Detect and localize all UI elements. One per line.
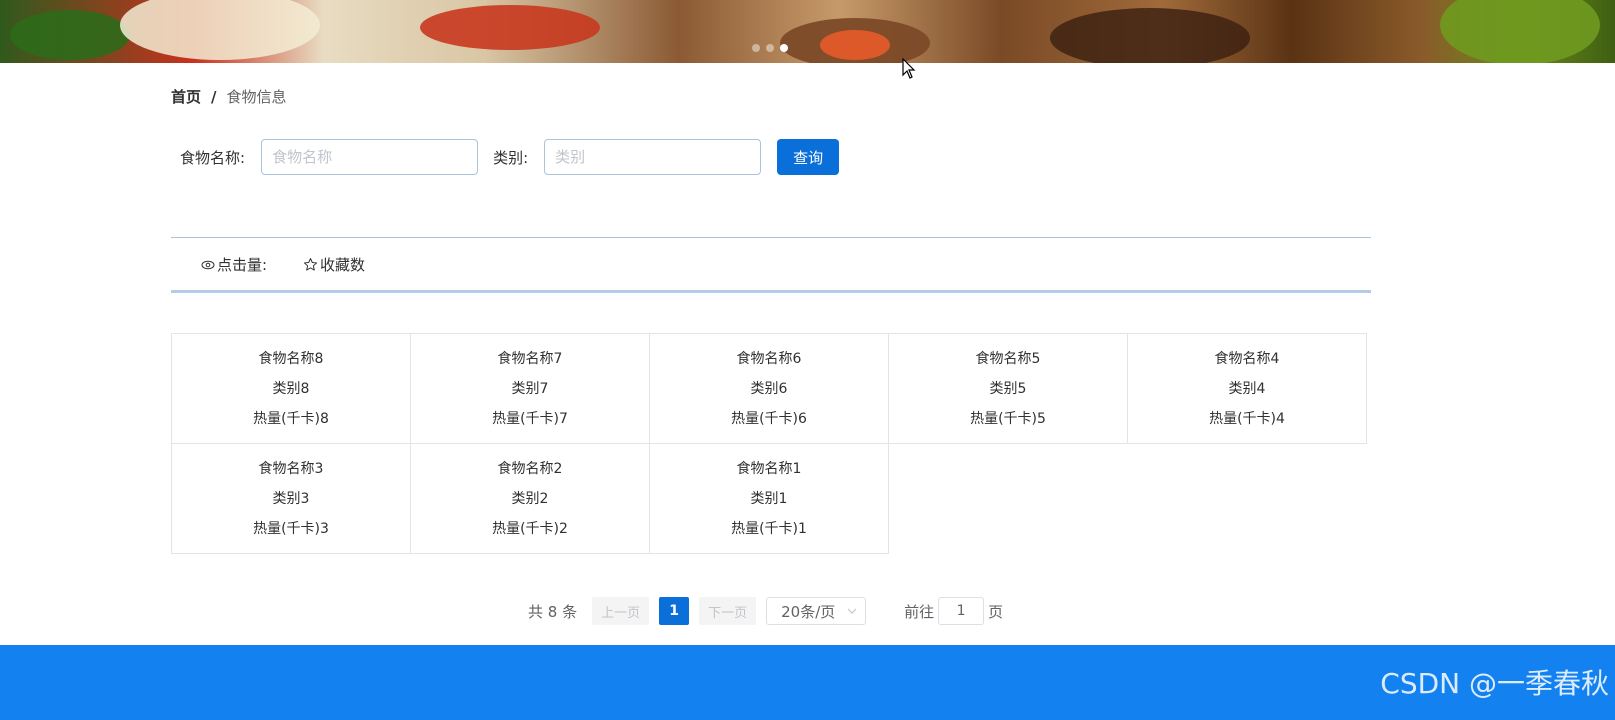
food-calories: 热量(千卡)6 — [731, 410, 807, 427]
food-name: 食物名称8 — [258, 350, 324, 367]
food-calories: 热量(千卡)2 — [492, 520, 568, 537]
food-category: 类别4 — [1228, 380, 1266, 397]
food-card[interactable]: 食物名称2 类别2 热量(千卡)2 — [410, 443, 650, 554]
food-card[interactable]: 食物名称4 类别4 热量(千卡)4 — [1127, 333, 1367, 444]
food-name: 食物名称5 — [975, 350, 1041, 367]
goto-page-input[interactable] — [938, 597, 985, 625]
page-size-select[interactable]: 20条/页 — [766, 597, 867, 625]
goto-suffix: 页 — [988, 602, 1004, 621]
food-grid: 食物名称8 类别8 热量(千卡)8 食物名称7 类别7 热量(千卡)7 食物名称… — [171, 333, 1371, 554]
food-card[interactable]: 食物名称3 类别3 热量(千卡)3 — [171, 443, 411, 554]
page-size-value: 20条/页 — [781, 602, 836, 621]
carousel-dot[interactable] — [766, 44, 774, 52]
next-page-button[interactable]: 下一页 — [699, 597, 757, 625]
query-button[interactable]: 查询 — [777, 139, 840, 175]
food-name: 食物名称2 — [497, 460, 563, 477]
food-category: 类别8 — [272, 380, 310, 397]
food-name: 食物名称1 — [736, 460, 802, 477]
prev-page-button[interactable]: 上一页 — [592, 597, 650, 625]
favorites-label: 收藏数 — [320, 256, 366, 274]
sort-bar: 点击量: 收藏数 — [171, 237, 1371, 293]
watermark: CSDN @一季春秋 — [1380, 667, 1609, 700]
total-count: 共 8 条 — [528, 602, 578, 621]
sort-by-favorites[interactable]: 收藏数 — [303, 254, 365, 275]
food-name: 食物名称6 — [736, 350, 802, 367]
carousel-dot[interactable] — [752, 44, 760, 52]
banner-decoration — [1440, 0, 1600, 63]
breadcrumb-home[interactable]: 首页 — [171, 86, 201, 107]
banner-decoration — [420, 5, 600, 50]
breadcrumb: 首页 / 食物信息 — [171, 86, 287, 107]
mouse-cursor-icon — [902, 58, 916, 79]
food-name-label: 食物名称: — [180, 148, 246, 167]
breadcrumb-separator: / — [211, 87, 217, 106]
chevron-down-icon — [847, 608, 857, 614]
food-calories: 热量(千卡)5 — [970, 410, 1046, 427]
star-icon — [303, 258, 318, 271]
food-category: 类别3 — [272, 490, 310, 507]
goto-page: 前往 页 — [904, 597, 1003, 625]
breadcrumb-current: 食物信息 — [226, 88, 287, 106]
food-name: 食物名称7 — [497, 350, 563, 367]
food-card[interactable]: 食物名称6 类别6 热量(千卡)6 — [649, 333, 889, 444]
banner-decoration — [820, 30, 890, 60]
food-category: 类别5 — [989, 380, 1027, 397]
food-name-input[interactable] — [261, 139, 479, 175]
banner-decoration — [10, 10, 130, 60]
category-input[interactable] — [544, 139, 762, 175]
food-calories: 热量(千卡)4 — [1209, 410, 1285, 427]
pagination: 共 8 条 上一页 1 下一页 20条/页 前往 页 — [528, 597, 1003, 625]
search-form: 食物名称: 类别: 查询 — [180, 139, 840, 175]
banner-carousel[interactable] — [0, 0, 1615, 63]
food-grid-row: 食物名称3 类别3 热量(千卡)3 食物名称2 类别2 热量(千卡)2 食物名称… — [171, 443, 1371, 554]
category-label: 类别: — [493, 148, 529, 167]
carousel-indicators — [752, 44, 788, 52]
food-grid-row: 食物名称8 类别8 热量(千卡)8 食物名称7 类别7 热量(千卡)7 食物名称… — [171, 333, 1371, 444]
food-calories: 热量(千卡)8 — [253, 410, 329, 427]
views-label: 点击量: — [217, 256, 268, 274]
page-number-current[interactable]: 1 — [659, 597, 690, 625]
banner-decoration — [1050, 8, 1250, 63]
carousel-dot-active[interactable] — [780, 44, 788, 52]
food-calories: 热量(千卡)7 — [492, 410, 568, 427]
food-calories: 热量(千卡)1 — [731, 520, 807, 537]
food-card[interactable]: 食物名称7 类别7 热量(千卡)7 — [410, 333, 650, 444]
food-calories: 热量(千卡)3 — [253, 520, 329, 537]
food-category: 类别6 — [750, 380, 788, 397]
food-card[interactable]: 食物名称5 类别5 热量(千卡)5 — [888, 333, 1128, 444]
goto-label: 前往 — [904, 602, 935, 621]
food-category: 类别2 — [511, 490, 549, 507]
food-name: 食物名称3 — [258, 460, 324, 477]
food-card[interactable]: 食物名称8 类别8 热量(千卡)8 — [171, 333, 411, 444]
footer: CSDN @一季春秋 — [0, 645, 1615, 720]
sort-by-views[interactable]: 点击量: — [201, 254, 267, 275]
food-category: 类别1 — [750, 490, 788, 507]
food-name: 食物名称4 — [1214, 350, 1280, 367]
banner-decoration — [120, 0, 320, 60]
food-category: 类别7 — [511, 380, 549, 397]
food-card[interactable]: 食物名称1 类别1 热量(千卡)1 — [649, 443, 889, 554]
eye-icon — [201, 260, 215, 269]
